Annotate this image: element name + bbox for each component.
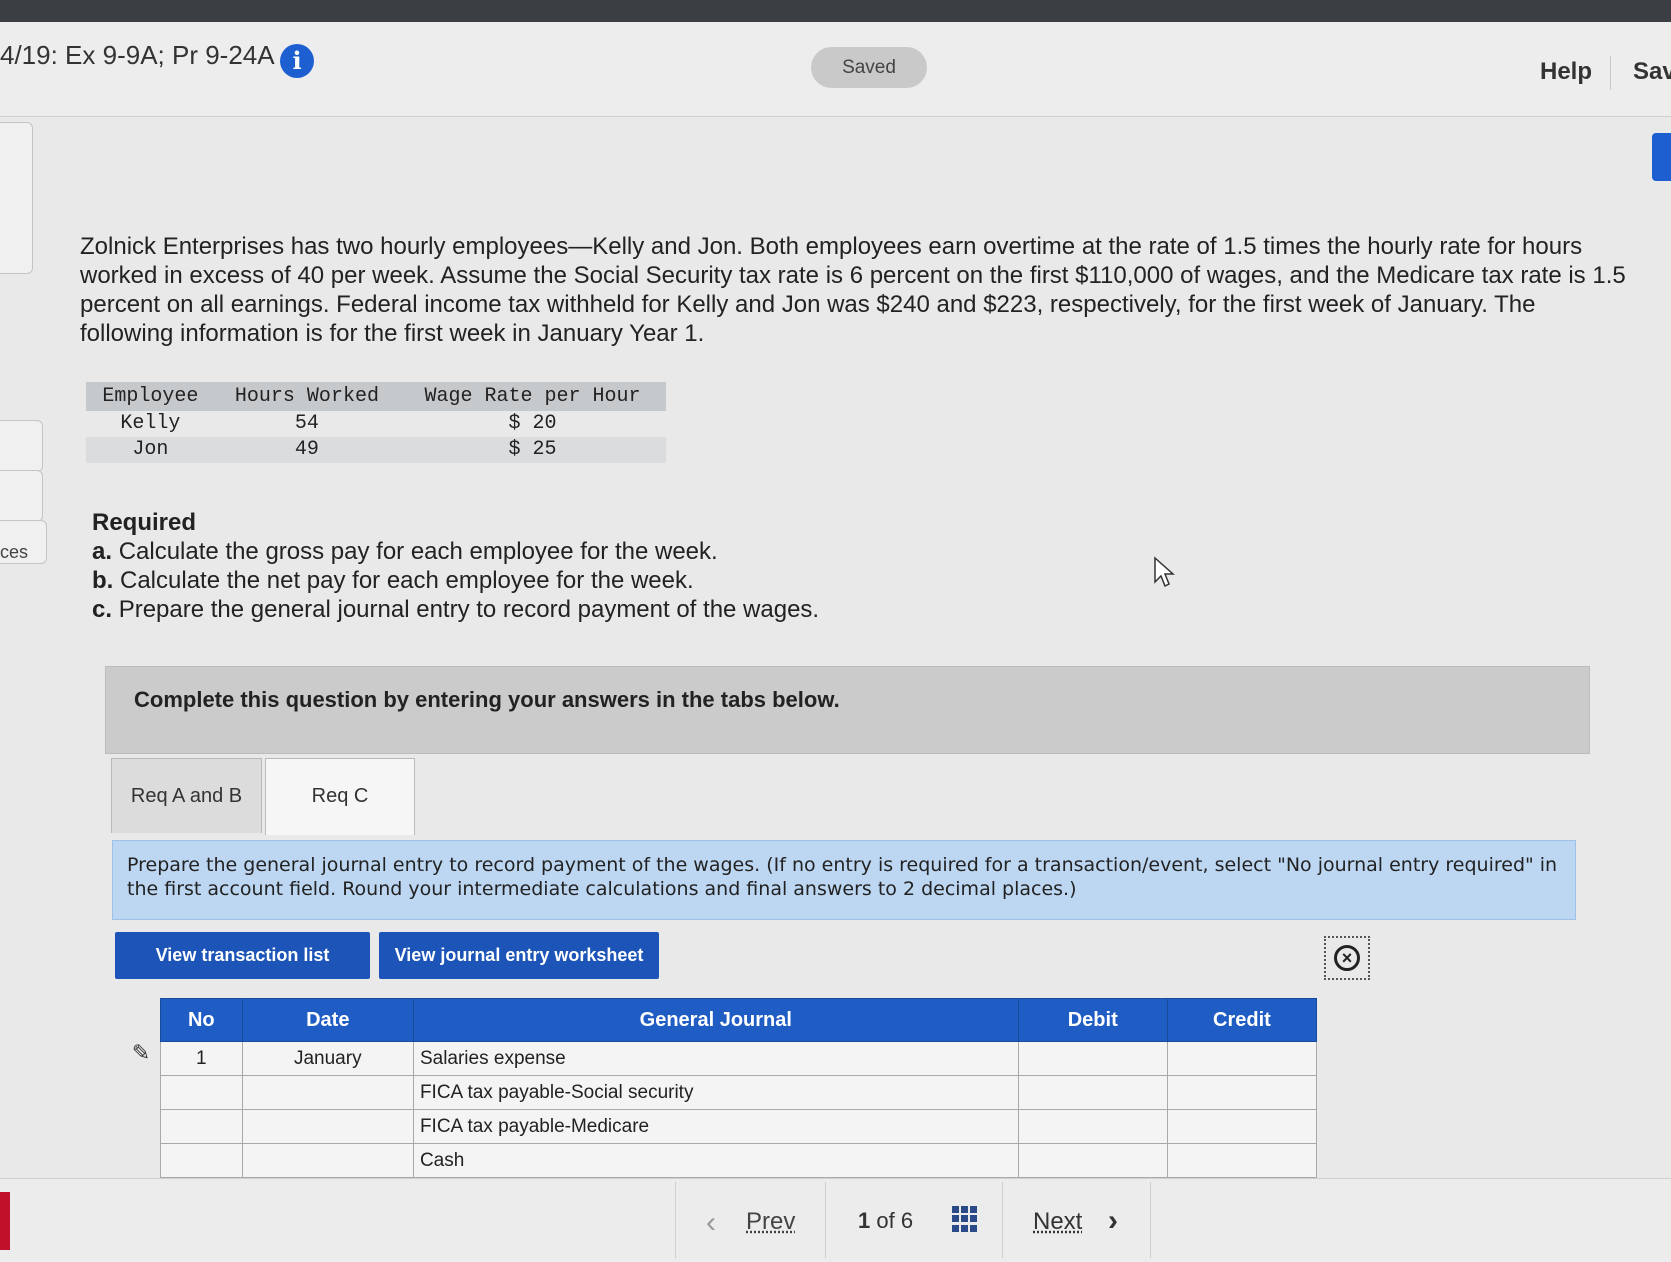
pager-divider (825, 1182, 826, 1258)
employee-info-table: Employee Hours Worked Wage Rate per Hour… (86, 382, 666, 463)
problem-statement: Zolnick Enterprises has two hourly emplo… (80, 233, 1626, 347)
grid-icon[interactable] (952, 1206, 978, 1232)
chevron-left-icon[interactable]: ‹ (706, 1206, 716, 1240)
entry-date[interactable]: January (241, 1041, 414, 1076)
account-name[interactable]: Cash (412, 1143, 1019, 1178)
table-row: Kelly 54 $ 20 (86, 411, 666, 437)
pager-footer (0, 1178, 1671, 1262)
entry-date[interactable] (241, 1075, 414, 1110)
edit-pencil-icon[interactable]: ✎ (128, 1040, 154, 1066)
page-indicator: 1 of 6 (858, 1208, 913, 1234)
current-page: 1 (858, 1208, 871, 1233)
pager-divider (1150, 1182, 1151, 1258)
table-row: FICA tax payable-Medicare (160, 1109, 1318, 1144)
entry-date[interactable] (241, 1143, 414, 1178)
chevron-right-icon[interactable]: › (1108, 1204, 1118, 1238)
complete-question-text: Complete this question by entering your … (134, 687, 840, 712)
saved-status-badge: Saved (811, 47, 927, 88)
required-item-text: Calculate the gross pay for each employe… (118, 538, 718, 565)
credit-cell[interactable] (1166, 1075, 1318, 1110)
side-panel-tab[interactable] (1652, 133, 1671, 181)
journal-header-debit: Debit (1017, 998, 1168, 1042)
side-nav-label: ces (0, 542, 29, 562)
instruction-box: Prepare the general journal entry to rec… (112, 840, 1576, 920)
required-item-letter: a. (92, 538, 113, 565)
total-pages: 6 (900, 1208, 914, 1233)
required-item-text: Calculate the net pay for each employee … (120, 567, 694, 594)
journal-header-general-journal: General Journal (412, 998, 1019, 1042)
side-nav-item[interactable] (0, 420, 43, 472)
complete-question-banner: Complete this question by entering your … (105, 666, 1590, 754)
debit-cell[interactable] (1017, 1143, 1168, 1178)
table-row: Cash (160, 1143, 1318, 1178)
entry-date[interactable] (241, 1109, 414, 1144)
red-side-marker (0, 1192, 10, 1250)
browser-top-strip (0, 0, 1671, 22)
tab-req-a-and-b[interactable]: Req A and B (111, 758, 262, 833)
required-item-text: Prepare the general journal entry to rec… (118, 596, 820, 623)
hours-worked: 54 (294, 412, 319, 435)
credit-cell[interactable] (1166, 1143, 1318, 1178)
general-journal-table: No Date General Journal Debit Credit 1 J… (160, 998, 1318, 1178)
required-heading: Required (92, 509, 197, 536)
page-of: of (876, 1208, 895, 1233)
employee-name: Kelly (120, 412, 181, 435)
table-header: Employee (86, 382, 215, 411)
debit-cell[interactable] (1017, 1109, 1168, 1144)
account-name[interactable]: Salaries expense (412, 1041, 1019, 1076)
side-nav-item[interactable] (0, 470, 43, 522)
hours-worked: 49 (214, 437, 399, 463)
debit-cell[interactable] (1017, 1075, 1168, 1110)
required-item: b. Calculate the net pay for each employ… (92, 566, 819, 595)
entry-number (160, 1075, 243, 1110)
required-item-letter: b. (92, 567, 114, 594)
pager-divider (1002, 1182, 1003, 1258)
header-divider (1610, 56, 1611, 90)
required-section: Required a. Calculate the gross pay for … (92, 508, 819, 624)
required-item-letter: c. (92, 596, 113, 623)
question-title: 4/19: Ex 9-9A; Pr 9-24A (0, 40, 275, 70)
next-button[interactable]: Next (1033, 1208, 1082, 1236)
mouse-cursor-icon (1154, 556, 1175, 588)
employee-name: Jon (86, 437, 215, 463)
view-transaction-list-button[interactable]: View transaction list (115, 932, 370, 979)
debit-cell[interactable] (1017, 1041, 1168, 1076)
side-nav-box[interactable] (0, 122, 33, 274)
account-name[interactable]: FICA tax payable-Social security (412, 1075, 1019, 1110)
credit-cell[interactable] (1166, 1109, 1318, 1144)
instruction-text: Prepare the general journal entry to rec… (127, 854, 1558, 900)
prev-button[interactable]: Prev (746, 1208, 795, 1236)
journal-header-no: No (160, 998, 243, 1042)
credit-cell[interactable] (1166, 1041, 1318, 1076)
table-row: 1 January Salaries expense (160, 1041, 1318, 1076)
table-header: Hours Worked (214, 382, 399, 411)
wage-rate: $ 20 (508, 412, 557, 435)
tab-req-c[interactable]: Req C (265, 758, 415, 835)
entry-number (160, 1143, 243, 1178)
help-link[interactable]: Help (1540, 58, 1592, 86)
required-item: c. Prepare the general journal entry to … (92, 595, 819, 624)
pager-divider (675, 1182, 676, 1258)
entry-number: 1 (160, 1041, 243, 1076)
view-journal-worksheet-button[interactable]: View journal entry worksheet (379, 932, 659, 979)
entry-number (160, 1109, 243, 1144)
journal-header-date: Date (241, 998, 414, 1042)
save-exit-link[interactable]: Sav (1633, 58, 1671, 86)
table-row: Jon 49 $ 25 (86, 437, 666, 463)
journal-header-credit: Credit (1166, 998, 1318, 1042)
table-header: Wage Rate per Hour (399, 382, 666, 411)
table-row: FICA tax payable-Social security (160, 1075, 1318, 1110)
wage-rate: $ 25 (399, 437, 666, 463)
close-circle-icon: × (1334, 945, 1360, 971)
info-icon[interactable]: i (280, 44, 314, 78)
required-item: a. Calculate the gross pay for each empl… (92, 537, 819, 566)
clear-entry-button[interactable]: × (1324, 936, 1370, 980)
account-name[interactable]: FICA tax payable-Medicare (412, 1109, 1019, 1144)
